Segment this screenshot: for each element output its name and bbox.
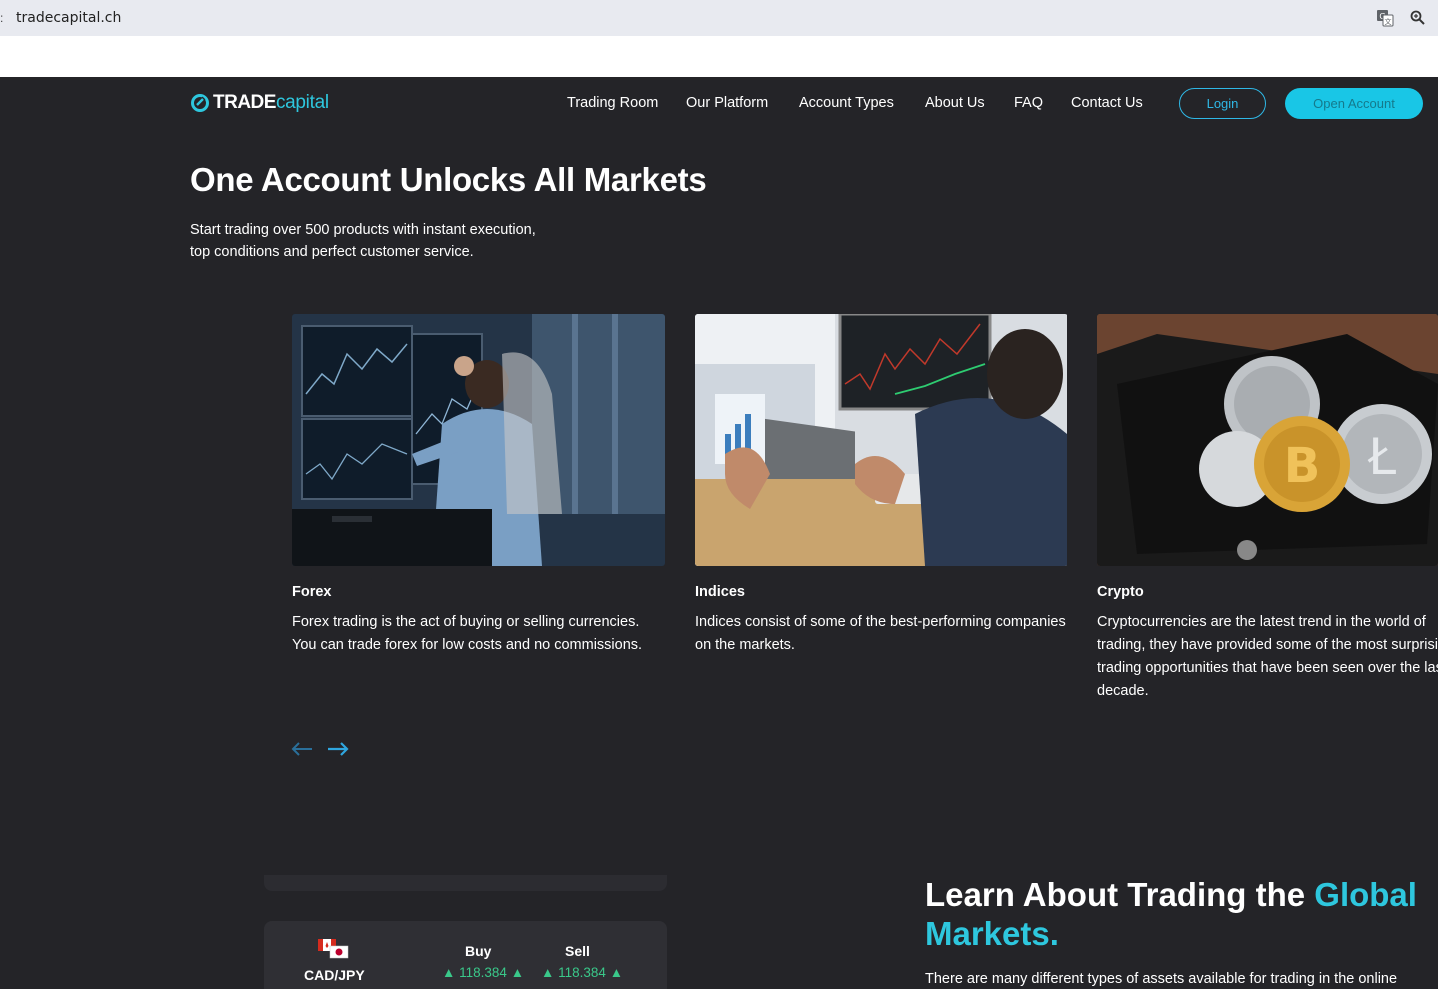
- market-card-forex[interactable]: Forex Forex trading is the act of buying…: [292, 314, 665, 653]
- hero-subtitle-line-2: top conditions and perfect customer serv…: [190, 244, 474, 260]
- card-title-crypto: Crypto: [1097, 584, 1144, 600]
- sell-price: 118.384: [558, 965, 606, 980]
- svg-text:B: B: [1284, 438, 1321, 494]
- page-top-strip: [0, 36, 1438, 77]
- hero-title: One Account Unlocks All Markets: [190, 161, 707, 198]
- login-button[interactable]: Login: [1179, 88, 1266, 119]
- buy-value[interactable]: ▲ 118.384 ▲: [442, 965, 524, 980]
- nav-about-us[interactable]: About Us: [925, 95, 985, 111]
- open-account-button[interactable]: Open Account: [1285, 88, 1423, 119]
- website: TRADE capital Trading Room Our Platform A…: [0, 77, 1438, 989]
- svg-text:文: 文: [1385, 17, 1392, 26]
- learn-section-title: Learn About Trading the Global Markets.: [925, 875, 1438, 953]
- cad-jpy-flag-icon: [318, 939, 349, 959]
- learn-section-text: There are many different types of assets…: [925, 971, 1398, 987]
- nav-trading-room[interactable]: Trading Room: [567, 95, 658, 111]
- card-title-forex: Forex: [292, 584, 332, 600]
- up-arrow-icon: ▲: [541, 965, 555, 980]
- zoom-icon[interactable]: [1409, 9, 1427, 27]
- card-title-indices: Indices: [695, 584, 745, 600]
- sell-label: Sell: [565, 943, 590, 959]
- pair-name: CAD/JPY: [304, 967, 365, 983]
- arrow-right-icon[interactable]: [327, 741, 349, 757]
- learn-title-accent-2: Markets.: [925, 915, 1059, 952]
- site-logo[interactable]: TRADE capital: [190, 91, 329, 115]
- buy-label: Buy: [465, 943, 492, 959]
- ticker-panel: CAD/JPY Buy Sell ▲ 118.384 ▲ ▲ 118.384 ▲: [264, 921, 667, 989]
- nav-our-platform[interactable]: Our Platform: [686, 95, 768, 111]
- nav-account-types[interactable]: Account Types: [799, 95, 894, 111]
- tab-edge: :: [0, 11, 4, 25]
- indices-image: [695, 314, 1068, 566]
- up-arrow-icon: ▲: [609, 965, 624, 980]
- browser-address-bar: : tradecapital.ch G 文: [0, 0, 1438, 36]
- ticker-panel-top: [264, 875, 667, 891]
- url-text[interactable]: tradecapital.ch: [16, 10, 121, 26]
- logo-mark-icon: [191, 94, 209, 112]
- card-desc-forex: Forex trading is the act of buying or se…: [292, 614, 643, 653]
- card-desc-indices: Indices consist of some of the best-perf…: [695, 614, 1066, 653]
- crypto-image: Ł B: [1097, 314, 1438, 566]
- hero-subtitle-line-1: Start trading over 500 products with ins…: [190, 222, 536, 238]
- learn-title-accent-1: Global: [1314, 876, 1417, 913]
- market-card-indices[interactable]: Indices Indices consist of some of the b…: [695, 314, 1068, 653]
- hero-subtitle: Start trading over 500 products with ins…: [190, 219, 570, 263]
- sell-value[interactable]: ▲ 118.384 ▲: [541, 965, 623, 980]
- up-arrow-icon: ▲: [510, 965, 525, 980]
- arrow-left-icon[interactable]: [291, 741, 313, 757]
- logo-text-light: capital: [275, 92, 329, 113]
- nav-contact-us[interactable]: Contact Us: [1071, 95, 1143, 111]
- translate-icon[interactable]: G 文: [1376, 9, 1394, 27]
- forex-image: [292, 314, 665, 566]
- nav-faq[interactable]: FAQ: [1014, 95, 1043, 111]
- svg-text:Ł: Ł: [1367, 428, 1396, 486]
- up-arrow-icon: ▲: [442, 965, 456, 980]
- market-card-crypto[interactable]: Ł B Crypto Cryptocurrencies are the late…: [1097, 314, 1438, 699]
- logo-text-bold: TRADE: [213, 92, 276, 113]
- card-desc-crypto: Cryptocurrencies are the latest trend in…: [1097, 614, 1438, 699]
- buy-price: 118.384: [459, 965, 507, 980]
- learn-title-start: Learn About Trading the: [925, 876, 1315, 913]
